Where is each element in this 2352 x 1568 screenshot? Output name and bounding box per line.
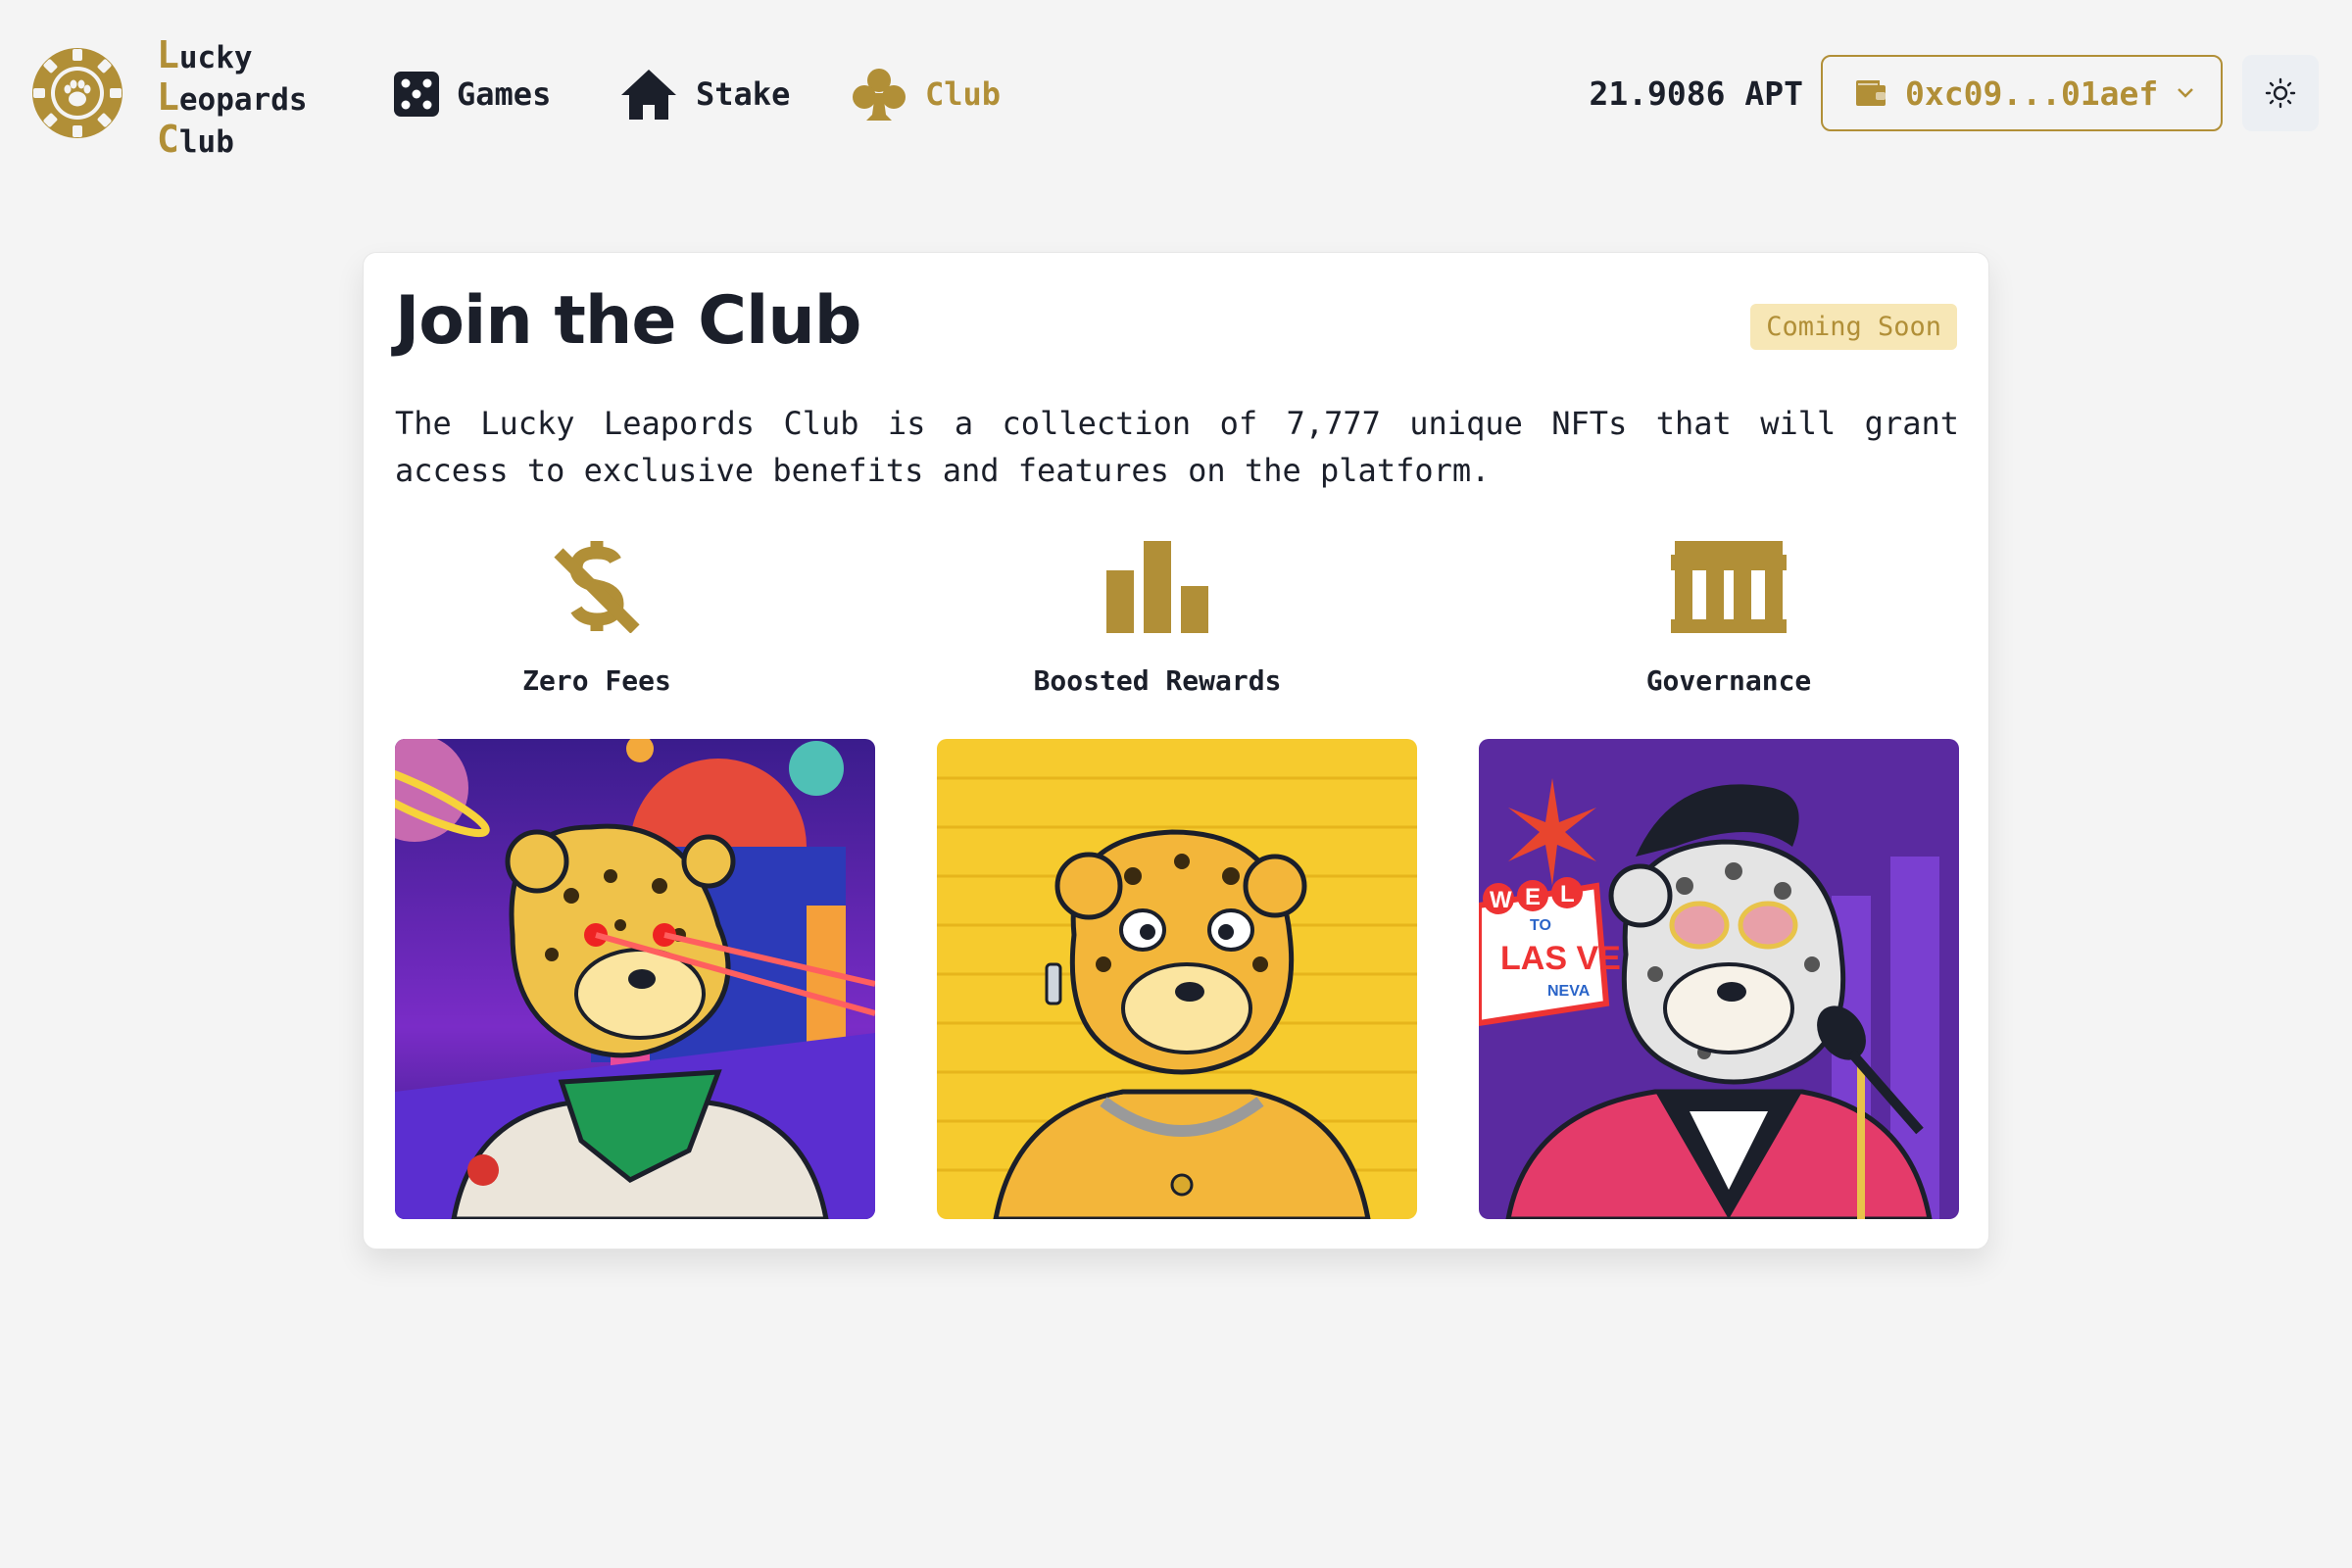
feature-zero-fees: Zero Fees xyxy=(420,539,773,697)
brand-word: ucky xyxy=(178,40,253,75)
nav-stake-label: Stake xyxy=(696,75,791,113)
nav-games[interactable]: Games xyxy=(394,65,551,123)
nft-gold-leopard-image xyxy=(937,739,1417,1219)
brand-name: Lucky Leopards Club xyxy=(157,35,308,162)
casino-chip-logo-icon[interactable] xyxy=(31,47,123,139)
nft-vegas-leopard-image: W E L TO LAS VE NEVA xyxy=(1479,739,1959,1219)
nav-stake[interactable]: Stake xyxy=(619,65,790,123)
bank-icon xyxy=(1671,541,1787,633)
feature-label: Zero Fees xyxy=(522,664,671,697)
home-icon xyxy=(621,70,676,120)
top-navbar: Lucky Leopards Club Games Stake Club 21.… xyxy=(0,0,2352,186)
brand-letter: L xyxy=(157,75,179,119)
sign-nevada-text: NEVA xyxy=(1547,983,1591,1000)
feature-boosted-rewards: Boosted Rewards xyxy=(981,539,1334,697)
brand-letter: L xyxy=(157,33,179,76)
sign-letter: L xyxy=(1560,881,1575,907)
feature-label: Governance xyxy=(1645,664,1812,697)
sign-letter: W xyxy=(1490,887,1512,913)
sun-icon xyxy=(2265,77,2296,109)
coming-soon-badge: Coming Soon xyxy=(1750,304,1957,350)
chevron-down-icon xyxy=(2178,88,2194,98)
club-suit-icon xyxy=(853,69,906,121)
brand-letter: C xyxy=(157,118,179,161)
theme-toggle-button[interactable] xyxy=(2242,55,2319,131)
wallet-address: 0xc09...01aef xyxy=(1905,74,2159,113)
sign-las-text: LAS VE xyxy=(1500,940,1621,977)
brand-word: lub xyxy=(178,124,234,160)
nav-club-label: Club xyxy=(925,75,1002,113)
bar-chart-icon xyxy=(1106,541,1208,633)
nft-space-leopard-image xyxy=(395,739,875,1219)
no-dollar-icon xyxy=(554,541,640,633)
sign-letter: E xyxy=(1525,884,1541,910)
nav-club[interactable]: Club xyxy=(851,65,1001,123)
apt-balance: 21.9086 APT xyxy=(1589,74,1803,113)
join-club-card: Join the Club Coming Soon The Lucky Leap… xyxy=(363,252,1989,1250)
brand-word: eopards xyxy=(178,82,308,118)
nav-games-label: Games xyxy=(457,75,552,113)
club-description: The Lucky Leapords Club is a collection … xyxy=(395,405,1959,489)
sign-to-text: TO xyxy=(1530,917,1551,934)
feature-governance: Governance xyxy=(1552,539,1905,697)
dice-icon xyxy=(394,72,439,117)
wallet-icon xyxy=(1856,80,1886,106)
wallet-button[interactable]: 0xc09...01aef xyxy=(1821,55,2223,131)
feature-label: Boosted Rewards xyxy=(1033,664,1282,697)
page-title: Join the Club xyxy=(395,282,861,360)
